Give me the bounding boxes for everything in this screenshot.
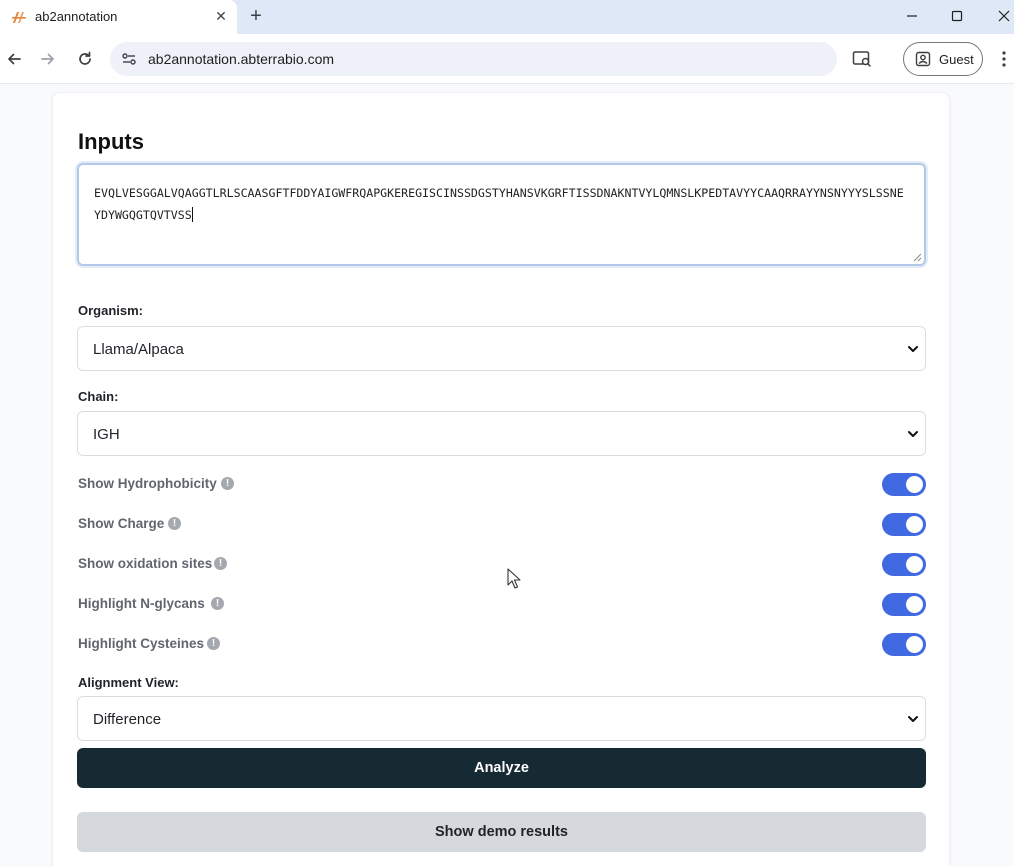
back-arrow-icon[interactable] [4, 49, 24, 69]
site-favicon-icon [12, 12, 26, 23]
n-glycans-switch[interactable] [882, 593, 926, 616]
switch-knob [906, 516, 923, 533]
tab-title: ab2annotation [35, 9, 118, 24]
browser-tab[interactable]: ab2annotation ✕ [0, 0, 237, 34]
toggle-oxidation: Show oxidation sites ! [78, 551, 926, 577]
tab-close-icon[interactable]: ✕ [212, 7, 230, 25]
toggle-label: Show Charge [78, 516, 165, 531]
toggle-hydrophobicity: Show Hydrophobicity ! [78, 471, 926, 497]
toggle-charge: Show Charge ! [78, 511, 926, 537]
toggle-label: Highlight N-glycans [78, 596, 205, 611]
inputs-card: Inputs EVQLVESGGALVQAGGTLRLSCAASGFTFDDYA… [52, 92, 950, 866]
reload-icon[interactable] [75, 49, 95, 69]
text-caret [191, 207, 193, 222]
sequence-text: EVQLVESGGALVQAGGTLRLSCAASGFTFDDYAIGWFRQA… [94, 186, 904, 222]
window-close-icon[interactable] [993, 6, 1014, 26]
show-demo-results-button[interactable]: Show demo results [77, 812, 926, 852]
charge-switch[interactable] [882, 513, 926, 536]
info-icon[interactable]: ! [168, 517, 181, 530]
sequence-input[interactable]: EVQLVESGGALVQAGGTLRLSCAASGFTFDDYAIGWFRQA… [77, 163, 926, 266]
page-search-icon[interactable] [851, 48, 873, 70]
forward-arrow-icon[interactable] [38, 49, 58, 69]
hydrophobicity-switch[interactable] [882, 473, 926, 496]
toggle-cysteines: Highlight Cysteines ! [78, 631, 926, 657]
page-title: Inputs [78, 129, 144, 154]
toggle-label: Highlight Cysteines [78, 636, 205, 651]
url-text: ab2annotation.abterrabio.com [148, 51, 335, 67]
switch-knob [906, 636, 923, 653]
info-icon[interactable]: ! [221, 477, 234, 490]
address-bar[interactable]: ab2annotation.abterrabio.com [110, 42, 837, 76]
tab-strip: ab2annotation ✕ + [0, 0, 1014, 34]
chain-select[interactable]: IGH [77, 411, 926, 456]
chevron-down-icon [908, 716, 918, 722]
page-content: Inputs EVQLVESGGALVQAGGTLRLSCAASGFTFDDYA… [0, 84, 1014, 866]
chevron-down-icon [908, 431, 918, 437]
chain-value: IGH [93, 426, 120, 443]
organism-value: Llama/Alpaca [93, 341, 184, 358]
more-menu-icon[interactable] [997, 49, 1011, 69]
alignment-view-select[interactable]: Difference [77, 696, 926, 741]
person-icon [915, 51, 931, 67]
chain-label: Chain: [78, 389, 119, 404]
switch-knob [906, 556, 923, 573]
chevron-down-icon [908, 346, 918, 352]
toggle-n-glycans: Highlight N-glycans ! [78, 591, 926, 617]
resize-handle-icon[interactable] [913, 253, 922, 262]
organism-select[interactable]: Llama/Alpaca [77, 326, 926, 371]
info-icon[interactable]: ! [214, 557, 227, 570]
alignment-view-label: Alignment View: [78, 675, 179, 690]
info-icon[interactable]: ! [211, 597, 224, 610]
new-tab-icon[interactable]: + [245, 5, 267, 27]
organism-label: Organism: [78, 303, 144, 318]
maximize-icon[interactable] [946, 6, 968, 26]
cysteines-switch[interactable] [882, 633, 926, 656]
site-info-icon[interactable] [120, 50, 138, 68]
analyze-button[interactable]: Analyze [77, 748, 926, 788]
toggle-label: Show Hydrophobicity [78, 476, 217, 491]
info-icon[interactable]: ! [207, 637, 220, 650]
switch-knob [906, 596, 923, 613]
browser-toolbar: ab2annotation.abterrabio.com Guest [0, 34, 1014, 84]
mouse-cursor-icon [507, 568, 521, 589]
guest-profile-button[interactable]: Guest [903, 42, 983, 76]
alignment-view-value: Difference [93, 711, 162, 728]
oxidation-switch[interactable] [882, 553, 926, 576]
toggle-label: Show oxidation sites [78, 556, 213, 571]
minimize-icon[interactable] [901, 6, 923, 26]
switch-knob [906, 476, 923, 493]
guest-label: Guest [939, 52, 974, 67]
